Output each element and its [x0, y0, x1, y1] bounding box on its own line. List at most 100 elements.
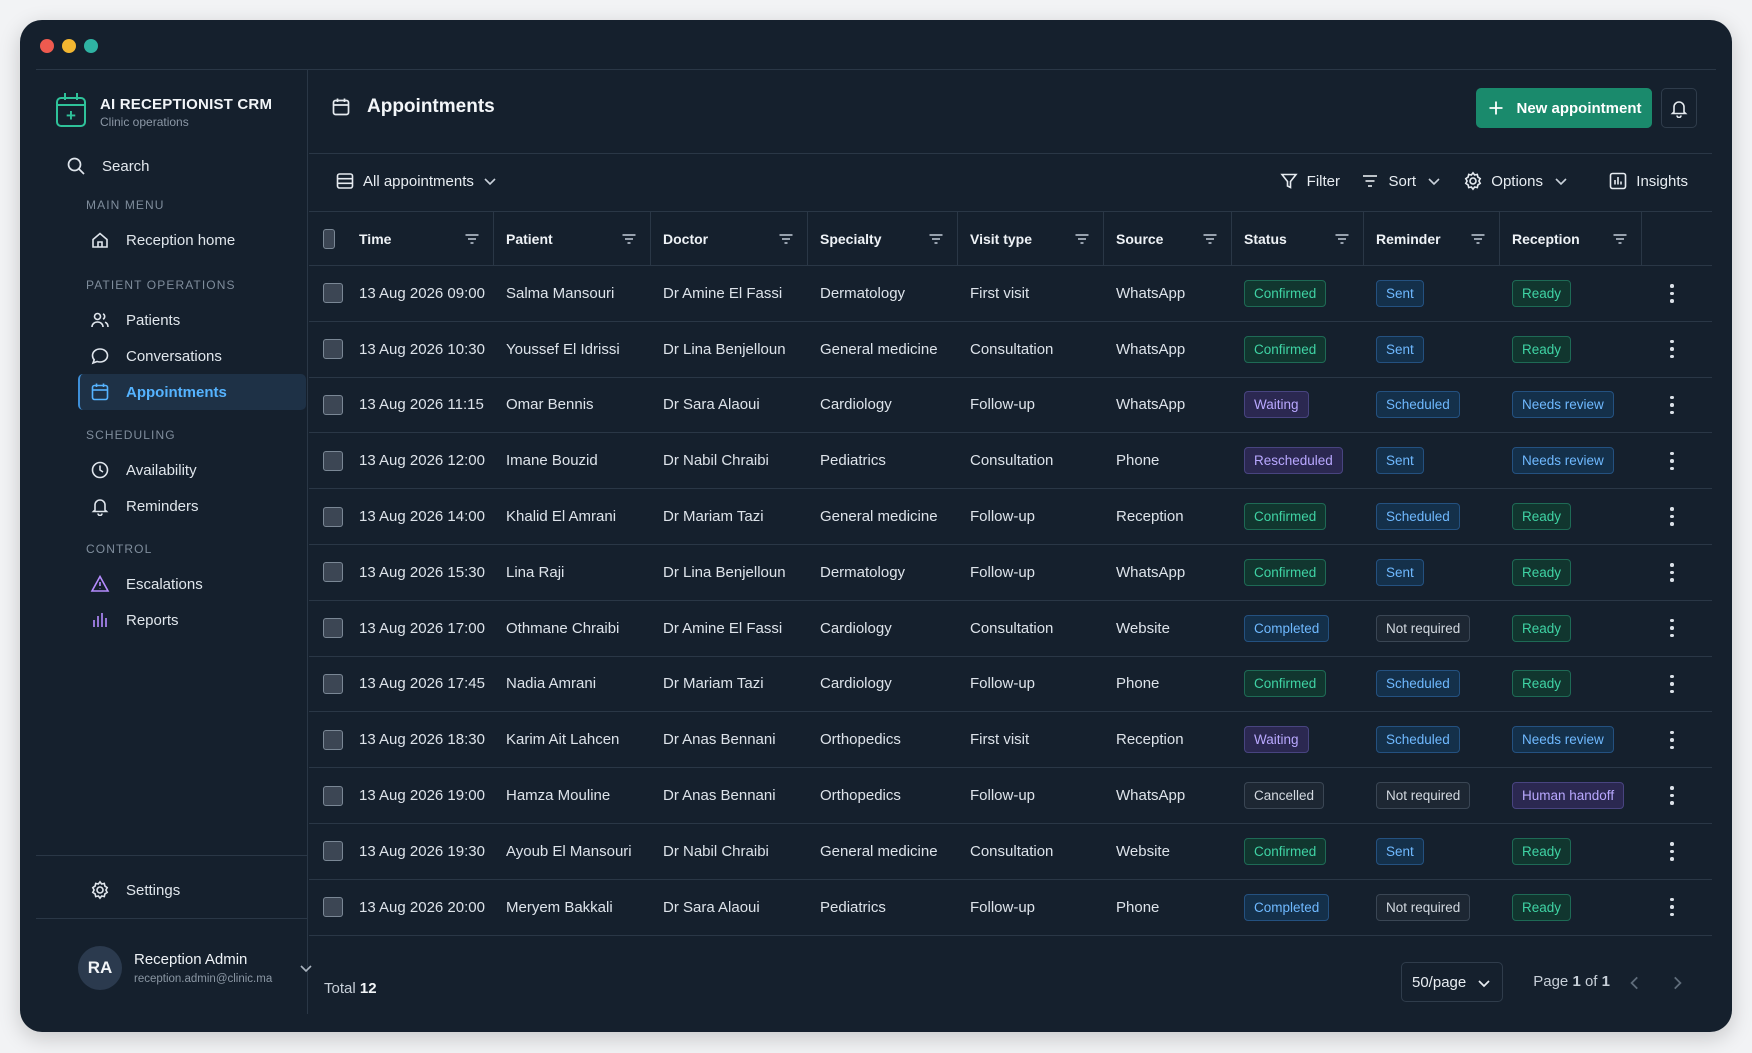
more-vertical-icon[interactable] [1670, 618, 1674, 638]
chevron-right-icon[interactable] [1668, 974, 1686, 992]
row-checkbox[interactable] [323, 673, 343, 694]
row-checkbox[interactable] [323, 283, 343, 304]
column-filter-icon[interactable] [927, 230, 945, 248]
column-header-source[interactable]: Source [1104, 212, 1232, 265]
sidebar-item-appointments[interactable]: Appointments [78, 374, 306, 410]
more-vertical-icon[interactable] [1670, 451, 1674, 471]
sidebar-item-label: Reception home [126, 231, 236, 249]
cell-reception: Human handoff [1500, 768, 1642, 823]
more-vertical-icon[interactable] [1670, 339, 1674, 359]
cell-doctor: Dr Anas Bennani [651, 768, 808, 823]
table-row[interactable]: 13 Aug 2026 11:15 Omar Bennis Dr Sara Alao… [309, 378, 1712, 434]
more-vertical-icon[interactable] [1670, 507, 1674, 526]
more-vertical-icon[interactable] [1670, 395, 1674, 415]
sidebar-item-patients[interactable]: Patients [78, 302, 306, 338]
sidebar-item-escalations[interactable]: Escalations [78, 566, 306, 602]
column-filter-icon[interactable] [1073, 230, 1091, 248]
row-checkbox[interactable] [323, 841, 343, 862]
table-row[interactable]: 13 Aug 2026 14:00 Khalid El Amrani Dr Mari… [309, 489, 1712, 545]
more-vertical-icon[interactable] [1670, 674, 1674, 694]
row-checkbox[interactable] [323, 729, 343, 750]
reception-badge: Human handoff [1512, 782, 1625, 810]
more-vertical-icon[interactable] [1670, 730, 1674, 750]
column-filter-icon[interactable] [1201, 230, 1219, 248]
column-filter-icon[interactable] [1611, 230, 1629, 248]
table-row[interactable]: 13 Aug 2026 19:30 Ayoub El Mansouri Dr Nab… [309, 824, 1712, 880]
column-header-time[interactable]: Time [347, 212, 494, 265]
sidebar-item-reminders[interactable]: Reminders [78, 488, 306, 524]
table-row[interactable]: 13 Aug 2026 09:00 Salma Mansouri Dr Amine … [309, 266, 1712, 322]
new-appointment-button[interactable]: New appointment [1476, 88, 1652, 128]
sidebar-item-reception-home[interactable]: Reception home [78, 222, 306, 258]
column-filter-icon[interactable] [777, 230, 795, 248]
more-vertical-icon[interactable] [1670, 284, 1674, 303]
row-checkbox[interactable] [323, 785, 343, 806]
column-header-status[interactable]: Status [1232, 212, 1364, 265]
insights-button[interactable]: Insights [1608, 171, 1688, 191]
sidebar: + AI RECEPTIONIST CRM Clinic operations … [36, 70, 312, 1014]
row-checkbox[interactable] [323, 506, 343, 527]
minimize-window-button[interactable] [62, 39, 76, 53]
notifications-button[interactable] [1661, 88, 1697, 128]
user-name: Reception Admin [134, 951, 248, 968]
row-checkbox[interactable] [323, 339, 343, 360]
avatar: RA [78, 946, 122, 990]
page-size-select[interactable]: 50/page [1401, 962, 1503, 1002]
sidebar-item-reports[interactable]: Reports [78, 602, 306, 638]
sort-button[interactable]: Sort [1360, 171, 1450, 191]
column-filter-icon[interactable] [1469, 230, 1487, 248]
cell-source: WhatsApp [1104, 768, 1232, 823]
column-filter-icon[interactable] [1333, 230, 1351, 248]
row-select-cell [309, 712, 347, 767]
column-header-patient[interactable]: Patient [494, 212, 651, 265]
more-vertical-icon[interactable] [1670, 786, 1674, 805]
column-header-specialty[interactable]: Specialty [808, 212, 958, 265]
row-checkbox[interactable] [323, 450, 343, 471]
select-all-checkbox[interactable] [323, 228, 335, 249]
cell-specialty: General medicine [808, 824, 958, 879]
user-menu[interactable]: RA Reception Admin reception.admin@clini… [78, 940, 314, 996]
column-header-doctor[interactable]: Doctor [651, 212, 808, 265]
row-checkbox[interactable] [323, 562, 343, 583]
visit-text: Consultation [970, 452, 1054, 470]
cell-source: Reception [1104, 712, 1232, 767]
column-header-visit-type[interactable]: Visit type [958, 212, 1104, 265]
cell-time: 13 Aug 2026 17:45 [347, 657, 494, 712]
more-vertical-icon[interactable] [1670, 563, 1674, 582]
row-checkbox[interactable] [323, 618, 343, 639]
maximize-window-button[interactable] [84, 39, 98, 53]
cell-specialty: Pediatrics [808, 433, 958, 488]
more-vertical-icon[interactable] [1670, 842, 1674, 861]
table-row[interactable]: 13 Aug 2026 17:00 Othmane Chraibi Dr Amine… [309, 601, 1712, 657]
sidebar-item-conversations[interactable]: Conversations [78, 338, 306, 374]
sidebar-item-label: Reminders [126, 497, 199, 515]
table-row[interactable]: 13 Aug 2026 18:30 Karim Ait Lahcen Dr Anas… [309, 712, 1712, 769]
view-selector[interactable]: All appointments [335, 171, 506, 191]
more-vertical-icon[interactable] [1670, 897, 1674, 917]
column-filter-icon[interactable] [463, 230, 481, 248]
column-header-reminder[interactable]: Reminder [1364, 212, 1500, 265]
table-row[interactable]: 13 Aug 2026 12:00 Imane Bouzid Dr Nabil Ch… [309, 433, 1712, 490]
sidebar-search[interactable]: Search [66, 152, 150, 180]
chevron-left-icon[interactable] [1626, 974, 1644, 992]
close-window-button[interactable] [40, 39, 54, 53]
table-row[interactable]: 13 Aug 2026 10:30 Youssef El Idrissi Dr Li… [309, 322, 1712, 378]
row-checkbox[interactable] [323, 394, 343, 415]
sidebar-item-settings[interactable]: Settings [78, 875, 180, 905]
table-row[interactable]: 13 Aug 2026 19:00 Hamza Mouline Dr Anas Be… [309, 768, 1712, 824]
status-badge: Waiting [1244, 726, 1309, 754]
table-row[interactable]: 13 Aug 2026 15:30 Lina Raji Dr Lina Benjel… [309, 545, 1712, 601]
column-filter-icon[interactable] [620, 230, 638, 248]
options-button[interactable]: Options [1463, 171, 1577, 191]
row-checkbox[interactable] [323, 897, 343, 918]
reminder-badge: Not required [1376, 782, 1471, 810]
column-header-reception[interactable]: Reception [1500, 212, 1642, 265]
divider [36, 855, 307, 856]
cell-reception: Ready [1500, 601, 1642, 656]
status-badge: Waiting [1244, 391, 1309, 419]
sidebar-item-availability[interactable]: Availability [78, 452, 306, 488]
cell-reminder: Scheduled [1364, 378, 1500, 433]
filter-button[interactable]: Filter [1279, 171, 1340, 191]
table-row[interactable]: 13 Aug 2026 20:00 Meryem Bakkali Dr Sara A… [309, 880, 1712, 936]
table-row[interactable]: 13 Aug 2026 17:45 Nadia Amrani Dr Mariam T… [309, 657, 1712, 713]
